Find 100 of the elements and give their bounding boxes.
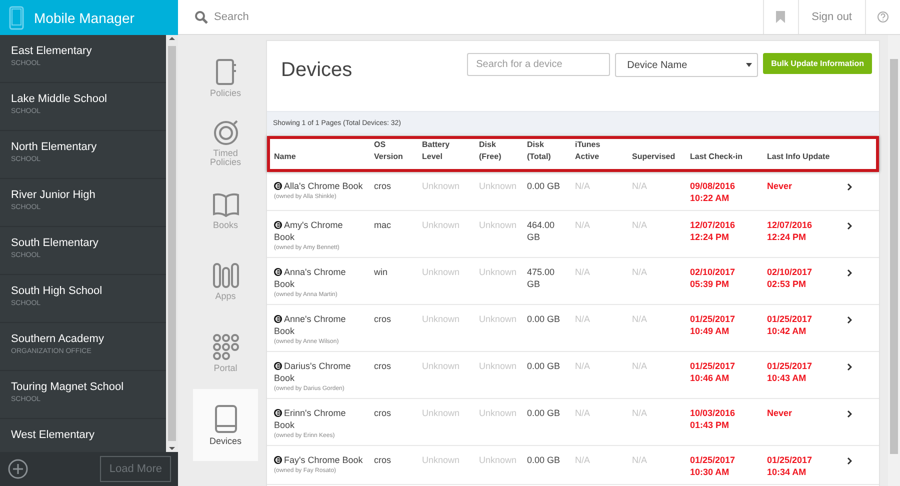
table-cell-text: N/A (632, 454, 648, 466)
table-cell-text: Unknown (422, 266, 461, 278)
table-cell-text: N/A (575, 266, 592, 278)
column-header[interactable]: iTunes Active (575, 139, 632, 163)
school-name: Lake Middle School (11, 93, 108, 105)
school-name: South High School (11, 285, 104, 297)
table-cell-text: cros (374, 454, 392, 466)
column-header[interactable]: Name (274, 151, 374, 163)
table-cell-text: cros (374, 313, 392, 325)
nav-tab[interactable]: Devices (193, 389, 258, 461)
table-cell-text: 09/08/2016 10:22 AM (690, 180, 736, 204)
column-header[interactable]: Last Check-in (690, 151, 767, 163)
device-name: Fay's Chrome Book (274, 454, 364, 466)
table-cell-text: 10/03/2016 01:43 PM (690, 407, 736, 431)
circle-logo-icon (274, 314, 282, 322)
chevron-right-icon[interactable] (847, 363, 852, 371)
tablet-icon (214, 404, 236, 432)
chevron-right-icon[interactable] (847, 316, 852, 324)
column-header[interactable]: OS Version (374, 139, 422, 163)
table-cell-text: N/A (632, 407, 648, 419)
table-cell-text: N/A (632, 180, 648, 192)
dots-grid-icon (212, 334, 238, 360)
chevron-right-icon[interactable] (847, 183, 852, 191)
table-cell-text: 01/25/2017 10:43 AM (767, 360, 814, 384)
tools-icon (212, 262, 238, 288)
table-cell-text: mac (374, 219, 392, 231)
column-header[interactable]: Disk (Total) (527, 139, 575, 163)
table-cell-text: Unknown (479, 454, 518, 466)
table-cell-text: 12/07/2016 12:24 PM (690, 219, 736, 243)
circle-logo-icon (274, 362, 282, 370)
search-icon (195, 10, 208, 24)
notebook-icon (214, 58, 236, 84)
school-name: West Elementary (11, 429, 96, 441)
table-cell-text: 464.00 GB (527, 219, 556, 243)
column-header[interactable]: Disk (Free) (479, 139, 527, 163)
table-cell-text: Unknown (422, 180, 461, 192)
table-cell-text: cros (374, 180, 392, 192)
caret-icon (746, 63, 752, 67)
table-cell-text: 01/25/2017 10:34 AM (767, 454, 814, 478)
table-cell-text: N/A (632, 360, 648, 372)
device-name: Erinn's Chrome Book (274, 407, 347, 431)
sort-select[interactable]: Device Name (615, 53, 758, 77)
scrollbar[interactable] (888, 35, 900, 486)
device-name: Anna's Chrome Book (274, 266, 347, 290)
table-cell-text: Never (767, 180, 794, 192)
circle-logo-icon (274, 408, 282, 416)
chevron-right-icon[interactable] (847, 410, 852, 418)
table-cell-text: Unknown (479, 407, 518, 419)
device-name: Alla's Chrome Book (274, 180, 364, 192)
chevron-right-icon[interactable] (847, 457, 852, 465)
table-cell-text: 02/10/2017 05:39 PM (690, 266, 736, 290)
table-cell-text: N/A (575, 180, 592, 192)
table-cell-text: Unknown (422, 313, 461, 325)
table-cell-text: N/A (575, 454, 592, 466)
device-name: Anne's Chrome Book (274, 313, 347, 337)
circle-logo-icon (274, 182, 282, 190)
book-icon (212, 192, 238, 216)
circle-logo-icon (274, 456, 282, 464)
table-cell-text: 0.00 GB (527, 313, 562, 325)
table-cell-text: 0.00 GB (527, 180, 562, 192)
school-name: East Elementary (11, 45, 93, 57)
table-cell-text: N/A (632, 313, 648, 325)
page-title: Devices (281, 59, 354, 82)
table-cell-text: Unknown (479, 266, 518, 278)
table-cell-text: 0.00 GB (527, 407, 562, 419)
table-cell-text: 0.00 GB (527, 360, 562, 372)
table-cell-text: win (374, 266, 389, 278)
tablet-icon (9, 6, 24, 30)
table-cell-text: 475.00 GB (527, 266, 556, 290)
school-name: River Junior High (11, 189, 96, 201)
column-header[interactable]: Battery Level (422, 139, 479, 163)
device-name: Amy's Chrome Book (274, 219, 344, 243)
sign-out-link[interactable]: Sign out (798, 0, 865, 34)
add-icon[interactable] (8, 459, 28, 479)
table-cell-text: 01/25/2017 10:30 AM (690, 454, 736, 478)
table-cell-text: N/A (575, 360, 592, 372)
scrollbar[interactable] (166, 35, 178, 452)
table-cell-text: N/A (632, 266, 648, 278)
school-name: Touring Magnet School (11, 381, 125, 393)
column-header[interactable]: Supervised (632, 151, 690, 163)
stopwatch-icon (212, 119, 238, 145)
table-cell-text: Unknown (479, 360, 518, 372)
table-cell-text: 02/10/2017 02:53 PM (767, 266, 814, 290)
circle-logo-icon (274, 268, 282, 276)
device-search-field[interactable]: Search for a device (467, 53, 610, 76)
school-name: Southern Academy (11, 333, 105, 345)
table-cell-text: cros (374, 407, 392, 419)
school-name: South Elementary (11, 237, 100, 249)
chevron-right-icon[interactable] (847, 222, 852, 230)
school-name: North Elementary (11, 141, 98, 153)
table-cell-text: cros (374, 360, 392, 372)
table-cell-text: N/A (575, 219, 592, 231)
circle-logo-icon (274, 220, 282, 228)
chevron-right-icon[interactable] (847, 269, 852, 277)
table-cell-text: Unknown (479, 219, 518, 231)
column-header[interactable]: Last Info Update (767, 151, 847, 163)
table-cell-text: Unknown (422, 407, 461, 419)
table-cell-text: Unknown (479, 180, 518, 192)
table-cell-text: 01/25/2017 10:49 AM (690, 313, 736, 337)
table-cell-text: Unknown (422, 360, 461, 372)
